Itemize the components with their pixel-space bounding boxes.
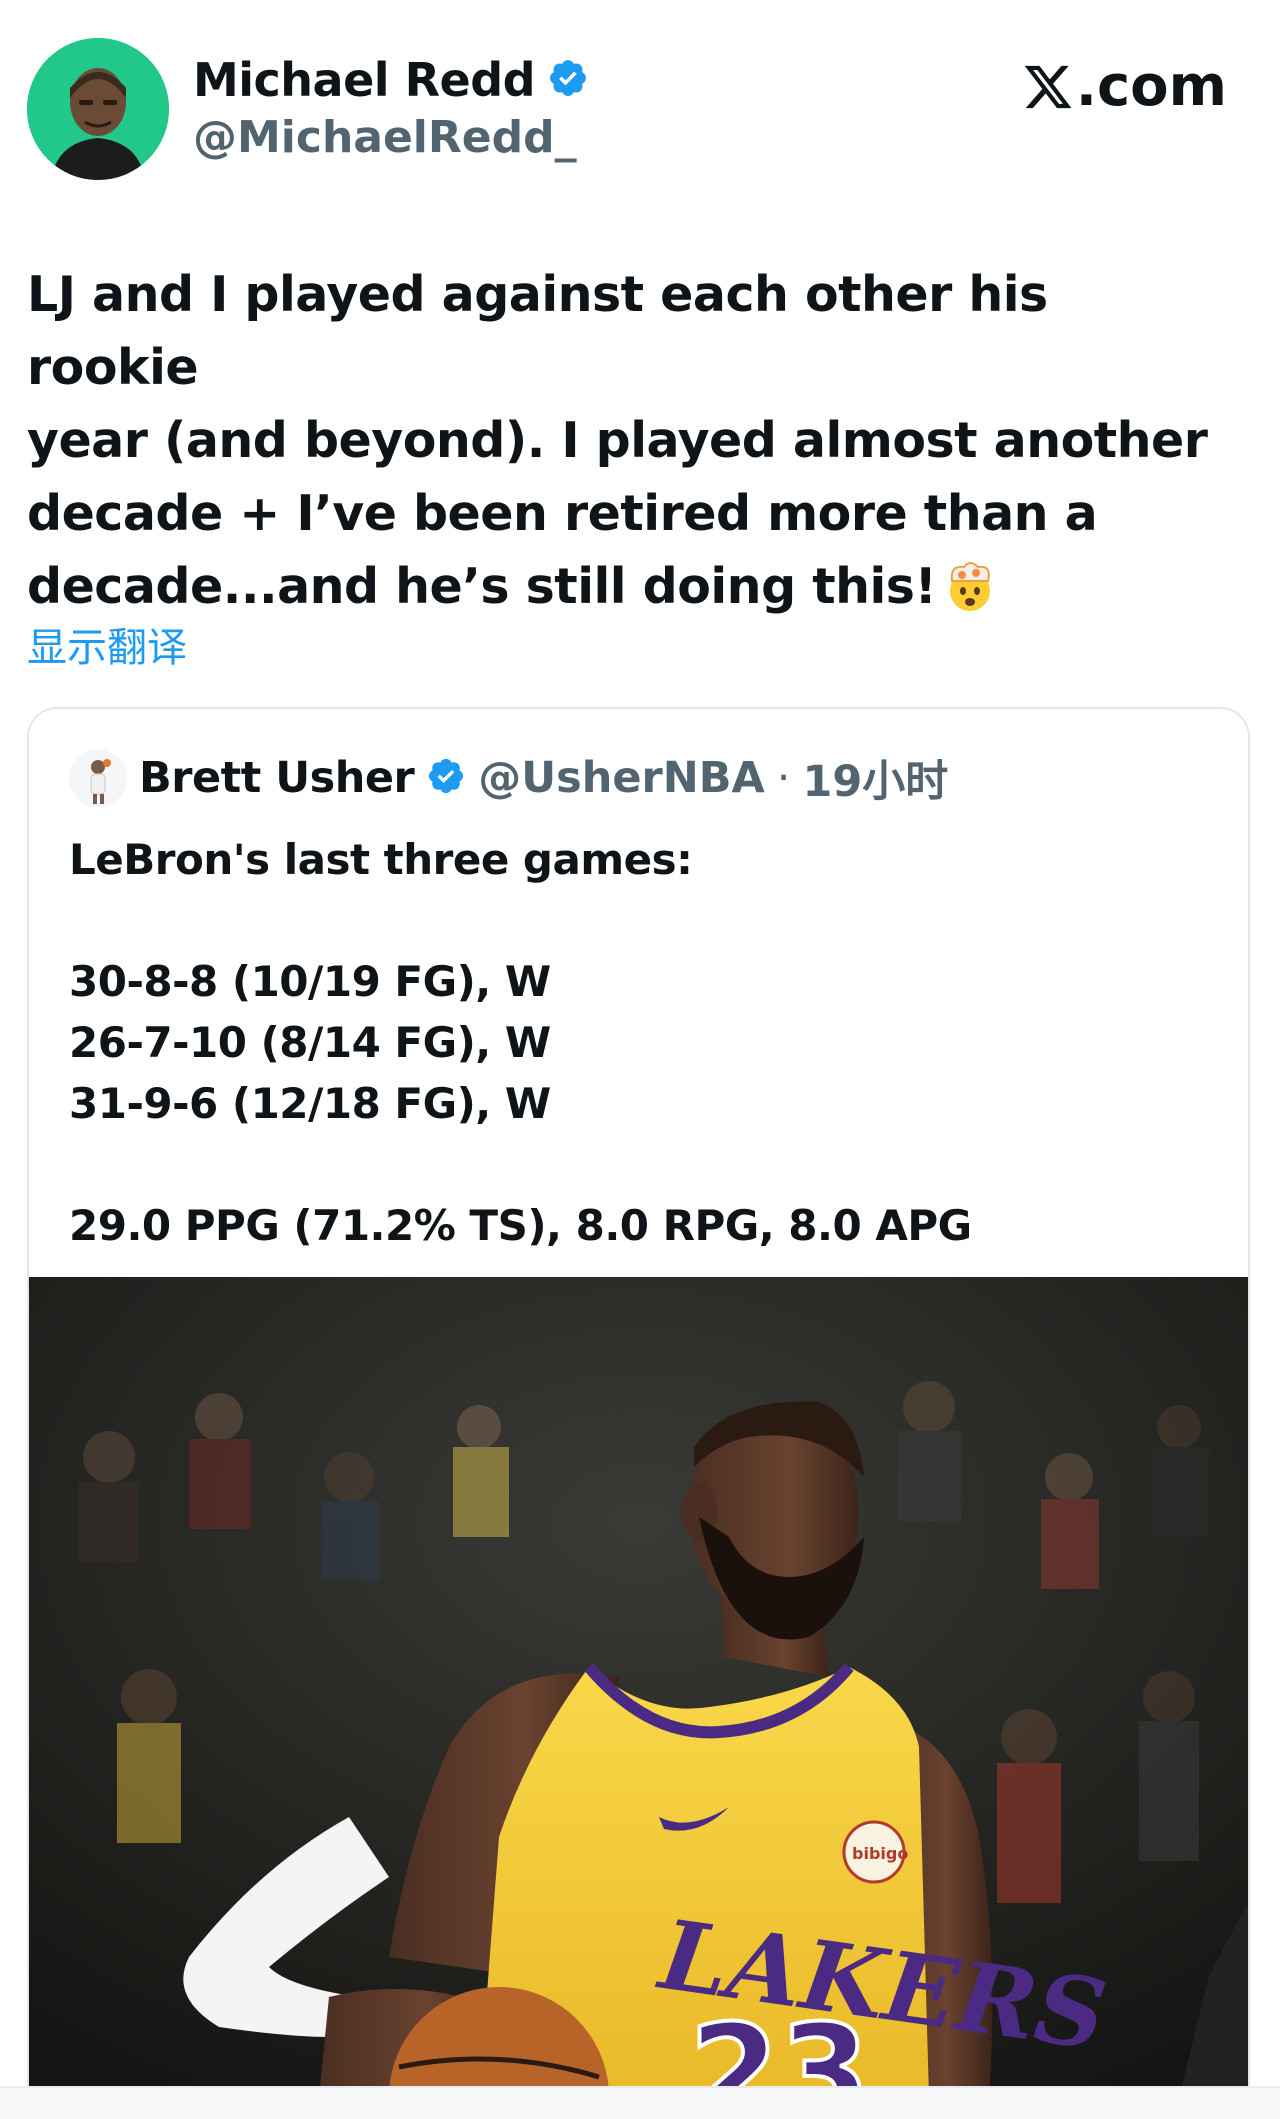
quoted-line — [69, 1134, 1219, 1195]
site-logo: .com — [1022, 55, 1227, 119]
quoted-line: 26-7-10 (8/14 FG), W — [69, 1018, 551, 1067]
quoted-line: 30-8-8 (10/19 FG), W — [69, 957, 551, 1006]
quoted-separator: · — [776, 753, 791, 803]
quoted-line: LeBron's last three games: — [69, 835, 693, 884]
quoted-author-handle[interactable]: @UsherNBA — [478, 753, 765, 803]
quoted-avatar-photo — [69, 749, 127, 807]
quoted-verified-badge-icon — [426, 756, 466, 800]
quoted-line: 31-9-6 (12/18 FG), W — [69, 1079, 551, 1128]
x-logo-icon — [1024, 65, 1072, 109]
verified-badge-icon — [547, 57, 589, 103]
basketball-player-photo: LAKERS 23 bibigo — [29, 1277, 1248, 2097]
quoted-tweet-image[interactable]: LAKERS 23 bibigo — [29, 1277, 1248, 2097]
sponsor-patch: bibigo — [852, 1844, 908, 1863]
tweet-line: LJ and I played against each other his r… — [27, 266, 1048, 396]
quoted-tweet-text: LeBron's last three games: 30-8-8 (10/19… — [69, 829, 1219, 1256]
bottom-divider — [0, 2086, 1280, 2119]
translate-link[interactable]: 显示翻译 — [27, 622, 187, 674]
site-label: .com — [1075, 54, 1227, 119]
author-avatar[interactable] — [27, 38, 169, 180]
tweet-line: year (and beyond). I played almost anoth… — [27, 412, 1208, 469]
avatar-photo — [27, 38, 169, 180]
tweet-line: decade...and he’s still doing this! — [27, 558, 937, 615]
quoted-author-avatar[interactable] — [69, 749, 127, 807]
quoted-author-name[interactable]: Brett Usher — [139, 753, 415, 803]
quoted-tweet-header: Brett Usher @UsherNBA · 19小时 — [69, 747, 948, 809]
jersey-number: 23 — [689, 1996, 870, 2097]
author-name[interactable]: Michael Redd — [193, 52, 536, 108]
exploding-head-emoji-icon — [942, 557, 998, 633]
tweet-text: LJ and I played against each other his r… — [27, 258, 1227, 633]
quoted-tweet-card[interactable]: Brett Usher @UsherNBA · 19小时 LeBron's la… — [27, 707, 1250, 2117]
quoted-timestamp[interactable]: 19小时 — [802, 747, 948, 809]
tweet-line: decade + I’ve been retired more than a — [27, 485, 1098, 542]
quoted-line: 29.0 PPG (71.2% TS), 8.0 RPG, 8.0 APG — [69, 1201, 972, 1250]
author-handle[interactable]: @MichaelRedd_ — [193, 110, 577, 166]
quoted-line — [69, 890, 1219, 951]
